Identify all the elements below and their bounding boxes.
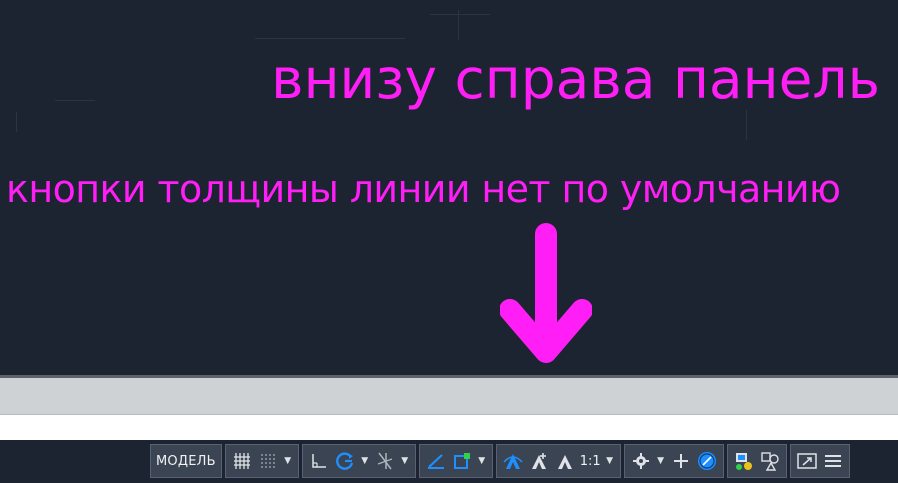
graphics-performance-icon[interactable]: [757, 447, 783, 475]
units-icon[interactable]: [694, 447, 720, 475]
annotation-line-1: внизу справа панель: [271, 47, 880, 111]
isolate-objects-icon[interactable]: [731, 447, 757, 475]
workspace-dropdown-chevron-down-icon[interactable]: ▼: [654, 447, 668, 475]
status-bar: МОДЕЛЬ ▼ ▼ ▼ ▼ 1:1 ▼ ▼: [0, 440, 898, 483]
annotation-group: 1:1 ▼: [495, 444, 621, 478]
layout-tabs-area: [0, 440, 150, 483]
snap-icon[interactable]: [255, 447, 281, 475]
model-space-group: МОДЕЛЬ: [150, 444, 222, 478]
model-space-button[interactable]: МОДЕЛЬ: [154, 447, 218, 475]
osnap-dropdown-chevron-down-icon[interactable]: ▼: [475, 447, 489, 475]
annotation-line-2: кнопки толщины линии нет по умолчанию: [6, 167, 841, 211]
ortho-icon[interactable]: [306, 447, 332, 475]
command-history: [0, 378, 898, 414]
annotation-scale-icon[interactable]: [552, 447, 578, 475]
auto-scale-icon[interactable]: [526, 447, 552, 475]
grid-snap-group: ▼: [224, 444, 299, 478]
grid-line: [458, 10, 459, 40]
command-input[interactable]: [0, 414, 898, 440]
display-group: [789, 444, 850, 478]
drawing-canvas[interactable]: внизу справа панель кнопки толщины линии…: [0, 0, 898, 375]
fullscreen-icon[interactable]: [794, 447, 820, 475]
snap-dropdown-chevron-down-icon[interactable]: ▼: [281, 447, 295, 475]
scale-dropdown-chevron-down-icon[interactable]: ▼: [603, 447, 617, 475]
grid-line: [746, 110, 747, 140]
status-tray: МОДЕЛЬ ▼ ▼ ▼ ▼ 1:1 ▼ ▼: [150, 442, 898, 480]
annotation-visibility-icon[interactable]: [500, 447, 526, 475]
isometric-dropdown-chevron-down-icon[interactable]: ▼: [398, 447, 412, 475]
ortho-polar-group: ▼ ▼: [301, 444, 416, 478]
osnap-group: ▼: [418, 444, 493, 478]
hamburger-menu-icon[interactable]: [820, 447, 846, 475]
object-snap-tracking-icon[interactable]: [423, 447, 449, 475]
grid-line: [55, 100, 95, 101]
workspace-group: ▼: [623, 444, 724, 478]
isometric-icon[interactable]: [372, 447, 398, 475]
isolate-group: [726, 444, 787, 478]
annotation-arrow-icon: [500, 223, 592, 363]
grid-line: [430, 14, 490, 15]
grid-line: [16, 112, 17, 132]
annotation-scale-value[interactable]: 1:1: [578, 447, 603, 475]
gear-icon[interactable]: [628, 447, 654, 475]
polar-dropdown-chevron-down-icon[interactable]: ▼: [358, 447, 372, 475]
grid-icon[interactable]: [229, 447, 255, 475]
grid-line: [255, 38, 405, 39]
plus-icon[interactable]: [668, 447, 694, 475]
object-snap-icon[interactable]: [449, 447, 475, 475]
polar-tracking-icon[interactable]: [332, 447, 358, 475]
